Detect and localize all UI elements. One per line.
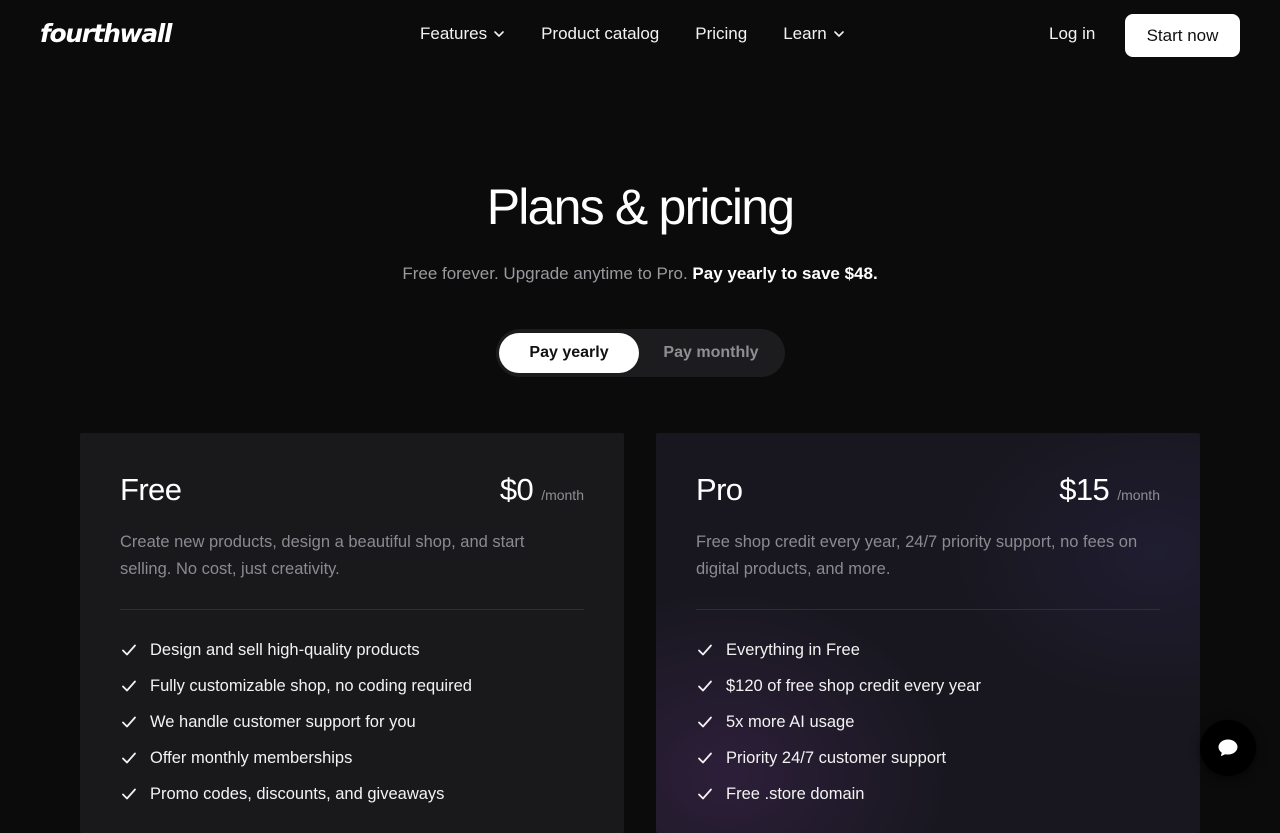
subtitle-text: Free forever. Upgrade anytime to Pro. bbox=[402, 264, 688, 283]
feature-text: Offer monthly memberships bbox=[150, 748, 353, 767]
fourthwall-logo[interactable]: fourthwall bbox=[40, 19, 172, 48]
pricing-subtitle: Free forever. Upgrade anytime to Pro. Pa… bbox=[0, 264, 1280, 284]
pay-yearly-option[interactable]: Pay yearly bbox=[499, 333, 639, 373]
check-icon bbox=[122, 752, 136, 764]
start-now-button[interactable]: Start now bbox=[1125, 14, 1240, 57]
plan-name: Free bbox=[120, 472, 182, 507]
feature-text: Free .store domain bbox=[726, 784, 865, 803]
feature-item: Priority 24/7 customer support bbox=[696, 740, 981, 776]
nav-item-pricing[interactable]: Pricing bbox=[695, 24, 747, 44]
feature-item: Fully customizable shop, no coding requi… bbox=[120, 668, 472, 704]
price-amount: $15 bbox=[1059, 472, 1110, 507]
feature-item: $120 of free shop credit every year bbox=[696, 668, 981, 704]
nav-label: Product catalog bbox=[541, 24, 660, 43]
price-period: /month bbox=[1117, 487, 1160, 503]
feature-item: Promo codes, discounts, and giveaways bbox=[120, 776, 472, 812]
chevron-down-icon bbox=[833, 31, 844, 37]
plan-name: Pro bbox=[696, 472, 743, 507]
check-icon bbox=[698, 716, 712, 728]
feature-item: We handle customer support for you bbox=[120, 704, 472, 740]
check-icon bbox=[698, 752, 712, 764]
billing-toggle: Pay yearly Pay monthly bbox=[496, 329, 785, 377]
chat-button[interactable] bbox=[1200, 720, 1256, 776]
feature-text: Design and sell high-quality products bbox=[150, 640, 420, 659]
site-header: fourthwall Features Product catalog Pric… bbox=[0, 0, 1280, 70]
feature-item: Design and sell high-quality products bbox=[120, 632, 472, 668]
feature-text: $120 of free shop credit every year bbox=[726, 676, 981, 695]
chevron-down-icon bbox=[494, 31, 504, 37]
pay-monthly-option[interactable]: Pay monthly bbox=[643, 333, 779, 373]
feature-text: Promo codes, discounts, and giveaways bbox=[150, 784, 445, 803]
subtitle-savings: Pay yearly to save $48. bbox=[692, 264, 878, 283]
feature-item: 5x more AI usage bbox=[696, 704, 981, 740]
page-title: Plans & pricing bbox=[486, 179, 795, 235]
check-icon bbox=[122, 716, 136, 728]
nav-label: Pricing bbox=[695, 24, 748, 43]
nav-label: Learn bbox=[783, 24, 827, 43]
feature-text: Priority 24/7 customer support bbox=[726, 748, 947, 767]
feature-item: Everything in Free bbox=[696, 632, 981, 668]
plan-card-free: Free $0 /month Create new products, desi… bbox=[80, 433, 624, 833]
feature-text: Fully customizable shop, no coding requi… bbox=[150, 676, 472, 695]
nav-item-learn[interactable]: Learn bbox=[783, 24, 844, 44]
main-nav: Features Product catalog Pricing Learn bbox=[420, 24, 845, 44]
nav-item-features[interactable]: Features bbox=[420, 24, 505, 44]
divider bbox=[696, 609, 1160, 610]
feature-list: Design and sell high-quality products Fu… bbox=[120, 632, 472, 812]
nav-label: Features bbox=[420, 24, 488, 43]
plan-price: $15 /month bbox=[1059, 472, 1160, 508]
price-period: /month bbox=[541, 487, 584, 503]
check-icon bbox=[698, 680, 712, 692]
check-icon bbox=[698, 644, 712, 656]
plan-price: $0 /month bbox=[500, 472, 584, 508]
feature-text: 5x more AI usage bbox=[726, 712, 855, 731]
divider bbox=[120, 609, 584, 610]
feature-list: Everything in Free $120 of free shop cre… bbox=[696, 632, 981, 812]
plan-card-pro: Pro $15 /month Free shop credit every ye… bbox=[656, 433, 1200, 833]
feature-text: Everything in Free bbox=[726, 640, 860, 659]
plan-description: Free shop credit every year, 24/7 priori… bbox=[696, 533, 1138, 578]
login-link[interactable]: Log in bbox=[1049, 24, 1095, 44]
feature-item: Offer monthly memberships bbox=[120, 740, 472, 776]
check-icon bbox=[122, 644, 136, 656]
price-amount: $0 bbox=[499, 472, 534, 507]
chat-bubble-icon bbox=[1218, 739, 1238, 757]
check-icon bbox=[122, 680, 136, 692]
nav-item-product-catalog[interactable]: Product catalog bbox=[541, 24, 659, 44]
check-icon bbox=[698, 788, 712, 800]
check-icon bbox=[122, 788, 136, 800]
feature-text: We handle customer support for you bbox=[150, 712, 416, 731]
feature-item: Free .store domain bbox=[696, 776, 981, 812]
plan-description: Create new products, design a beautiful … bbox=[120, 533, 525, 578]
